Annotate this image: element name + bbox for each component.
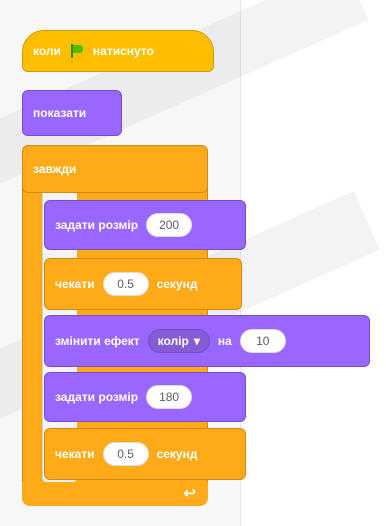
change-effect-by-label: на [217, 334, 232, 348]
wait-block-1[interactable]: чекати 0.5 секунд [44, 258, 242, 310]
size-input-1[interactable]: 200 [146, 213, 193, 237]
effect-dropdown[interactable]: колір ▾ [147, 329, 210, 353]
show-block[interactable]: показати [22, 90, 122, 136]
green-flag-icon [69, 43, 85, 59]
set-size-label-1: задати розмір [55, 218, 139, 232]
when-flag-clicked-block[interactable]: коли натиснуто [22, 30, 214, 72]
wait-input-1[interactable]: 0.5 [102, 272, 149, 296]
loop-arrow-icon: ↩ [183, 485, 196, 502]
wait-unit-2: секунд [156, 447, 198, 461]
set-size-block-1[interactable]: задати розмір 200 [44, 200, 246, 250]
set-size-label-2: задати розмір [55, 390, 139, 404]
wait-block-2[interactable]: чекати 0.5 секунд [44, 428, 246, 480]
when-flag-clicked-label-before: коли [33, 44, 61, 58]
set-size-block-2[interactable]: задати розмір 180 [44, 372, 246, 422]
wait-label-2: чекати [55, 447, 95, 461]
effect-amount-input[interactable]: 10 [239, 329, 286, 353]
change-effect-label: змінити ефект [55, 334, 140, 348]
scratch-code-area: коли натиснуто показати завжди задати ро… [0, 0, 386, 526]
forever-header[interactable]: завжди [22, 145, 208, 193]
effect-dropdown-value: колір [157, 334, 189, 348]
size-input-2[interactable]: 180 [146, 385, 193, 409]
forever-loop-footer[interactable]: ↩ [22, 482, 208, 506]
chevron-down-icon: ▾ [193, 334, 200, 348]
forever-label: завжди [33, 162, 77, 176]
when-flag-clicked-label-after: натиснуто [92, 44, 154, 58]
wait-unit-1: секунд [156, 277, 198, 291]
wait-label-1: чекати [55, 277, 95, 291]
change-effect-block[interactable]: змінити ефект колір ▾ на 10 [44, 315, 370, 367]
wait-input-2[interactable]: 0.5 [102, 442, 149, 466]
show-label: показати [33, 106, 87, 120]
